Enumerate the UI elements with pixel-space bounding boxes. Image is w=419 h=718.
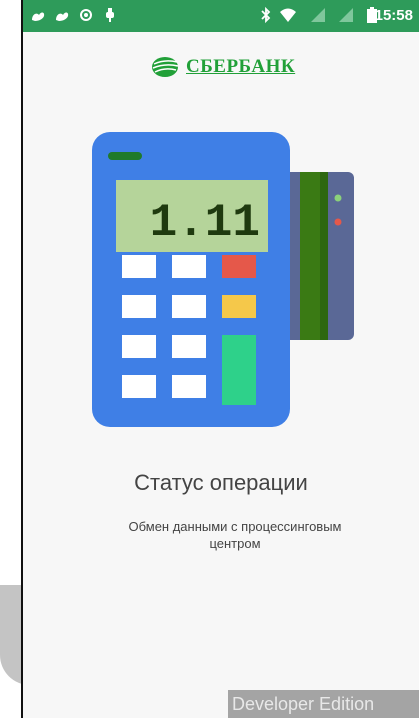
keypad-key-green bbox=[222, 335, 256, 405]
logo-text: СБЕРБАНК bbox=[186, 56, 296, 77]
keypad-key bbox=[122, 295, 156, 318]
signal-icon bbox=[339, 8, 353, 22]
squirrel-icon bbox=[32, 12, 45, 21]
keypad-key bbox=[122, 375, 156, 398]
card-illustration bbox=[280, 172, 354, 340]
sberbank-logo: СБЕРБАНК bbox=[150, 55, 295, 79]
status-title: Статус операции bbox=[134, 470, 308, 495]
sberbank-logo-icon bbox=[152, 57, 179, 77]
keypad-key bbox=[172, 375, 206, 398]
status-time: 15:58 bbox=[374, 7, 413, 24]
developer-edition-watermark: Developer Edition bbox=[228, 690, 419, 718]
status-bar: 15:58 bbox=[23, 0, 419, 32]
keypad-key bbox=[122, 255, 156, 278]
keypad-key-yellow bbox=[222, 295, 256, 318]
wifi-icon bbox=[280, 8, 296, 22]
status-subtitle: Обмен данными с процессинговым центром bbox=[128, 519, 342, 551]
terminal-display-value: 1.11 bbox=[150, 197, 260, 249]
squirrel-icon bbox=[56, 12, 69, 21]
payment-terminal-illustration: 1.11 bbox=[92, 132, 354, 427]
keypad-key bbox=[172, 255, 206, 278]
keypad-key bbox=[172, 295, 206, 318]
signal-icon bbox=[311, 8, 325, 22]
bluetooth-icon bbox=[261, 6, 271, 24]
usb-icon bbox=[106, 8, 114, 22]
keypad-key-red bbox=[222, 255, 256, 278]
keypad-key bbox=[172, 335, 206, 358]
notification-icon bbox=[80, 9, 92, 21]
keypad-key bbox=[122, 335, 156, 358]
